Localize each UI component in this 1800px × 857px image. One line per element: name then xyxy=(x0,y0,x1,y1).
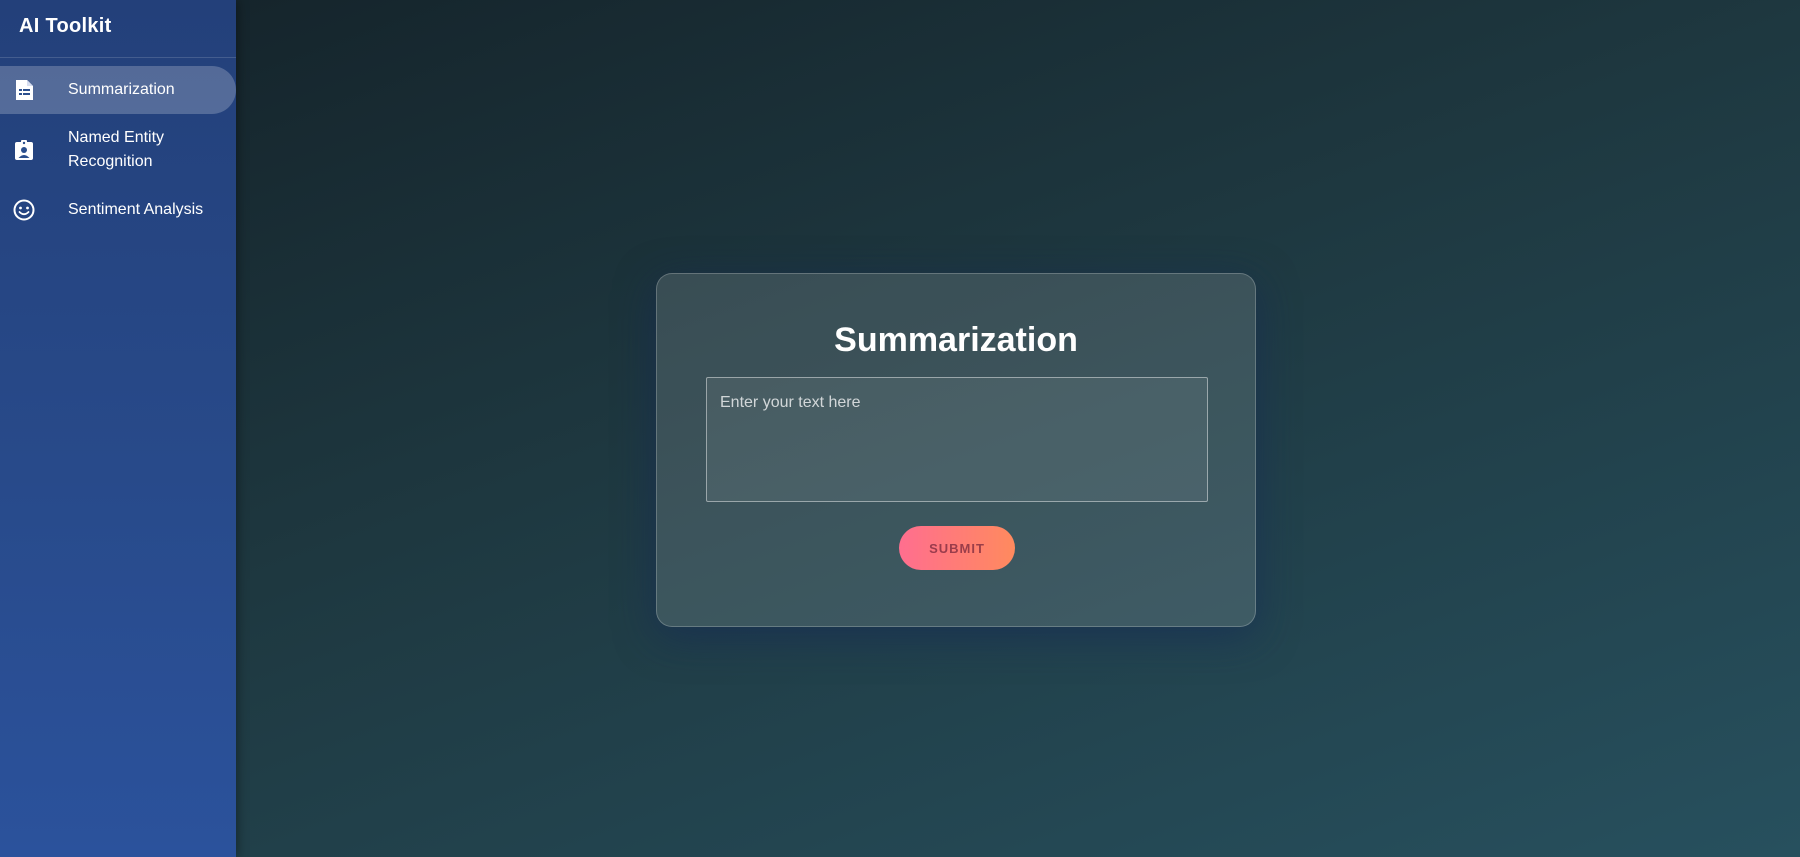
app-title: AI Toolkit xyxy=(0,0,236,58)
assignment-ind-icon xyxy=(13,139,35,161)
submit-button[interactable]: SUBMIT xyxy=(899,526,1015,570)
sidebar-item-summarization[interactable]: Summarization xyxy=(0,66,236,114)
summarization-card: Summarization SUBMIT xyxy=(656,273,1256,627)
sidebar-item-label: Sentiment Analysis xyxy=(68,201,204,218)
text-input[interactable] xyxy=(706,377,1208,502)
sidebar-item-label: Named Entity Recognition xyxy=(68,129,165,170)
sidebar-item-named-entity-recognition[interactable]: Named Entity Recognition xyxy=(0,114,236,186)
card-title: Summarization xyxy=(834,321,1078,359)
sidebar-item-sentiment-analysis[interactable]: Sentiment Analysis xyxy=(0,186,236,234)
sidebar-item-label: Summarization xyxy=(68,81,175,98)
sidebar: AI Toolkit Summarization Named Entity Re… xyxy=(0,0,236,857)
summarize-document-icon xyxy=(13,79,35,101)
nav-list: Summarization Named Entity Recognition S… xyxy=(0,66,236,234)
smiley-face-icon xyxy=(13,199,35,221)
